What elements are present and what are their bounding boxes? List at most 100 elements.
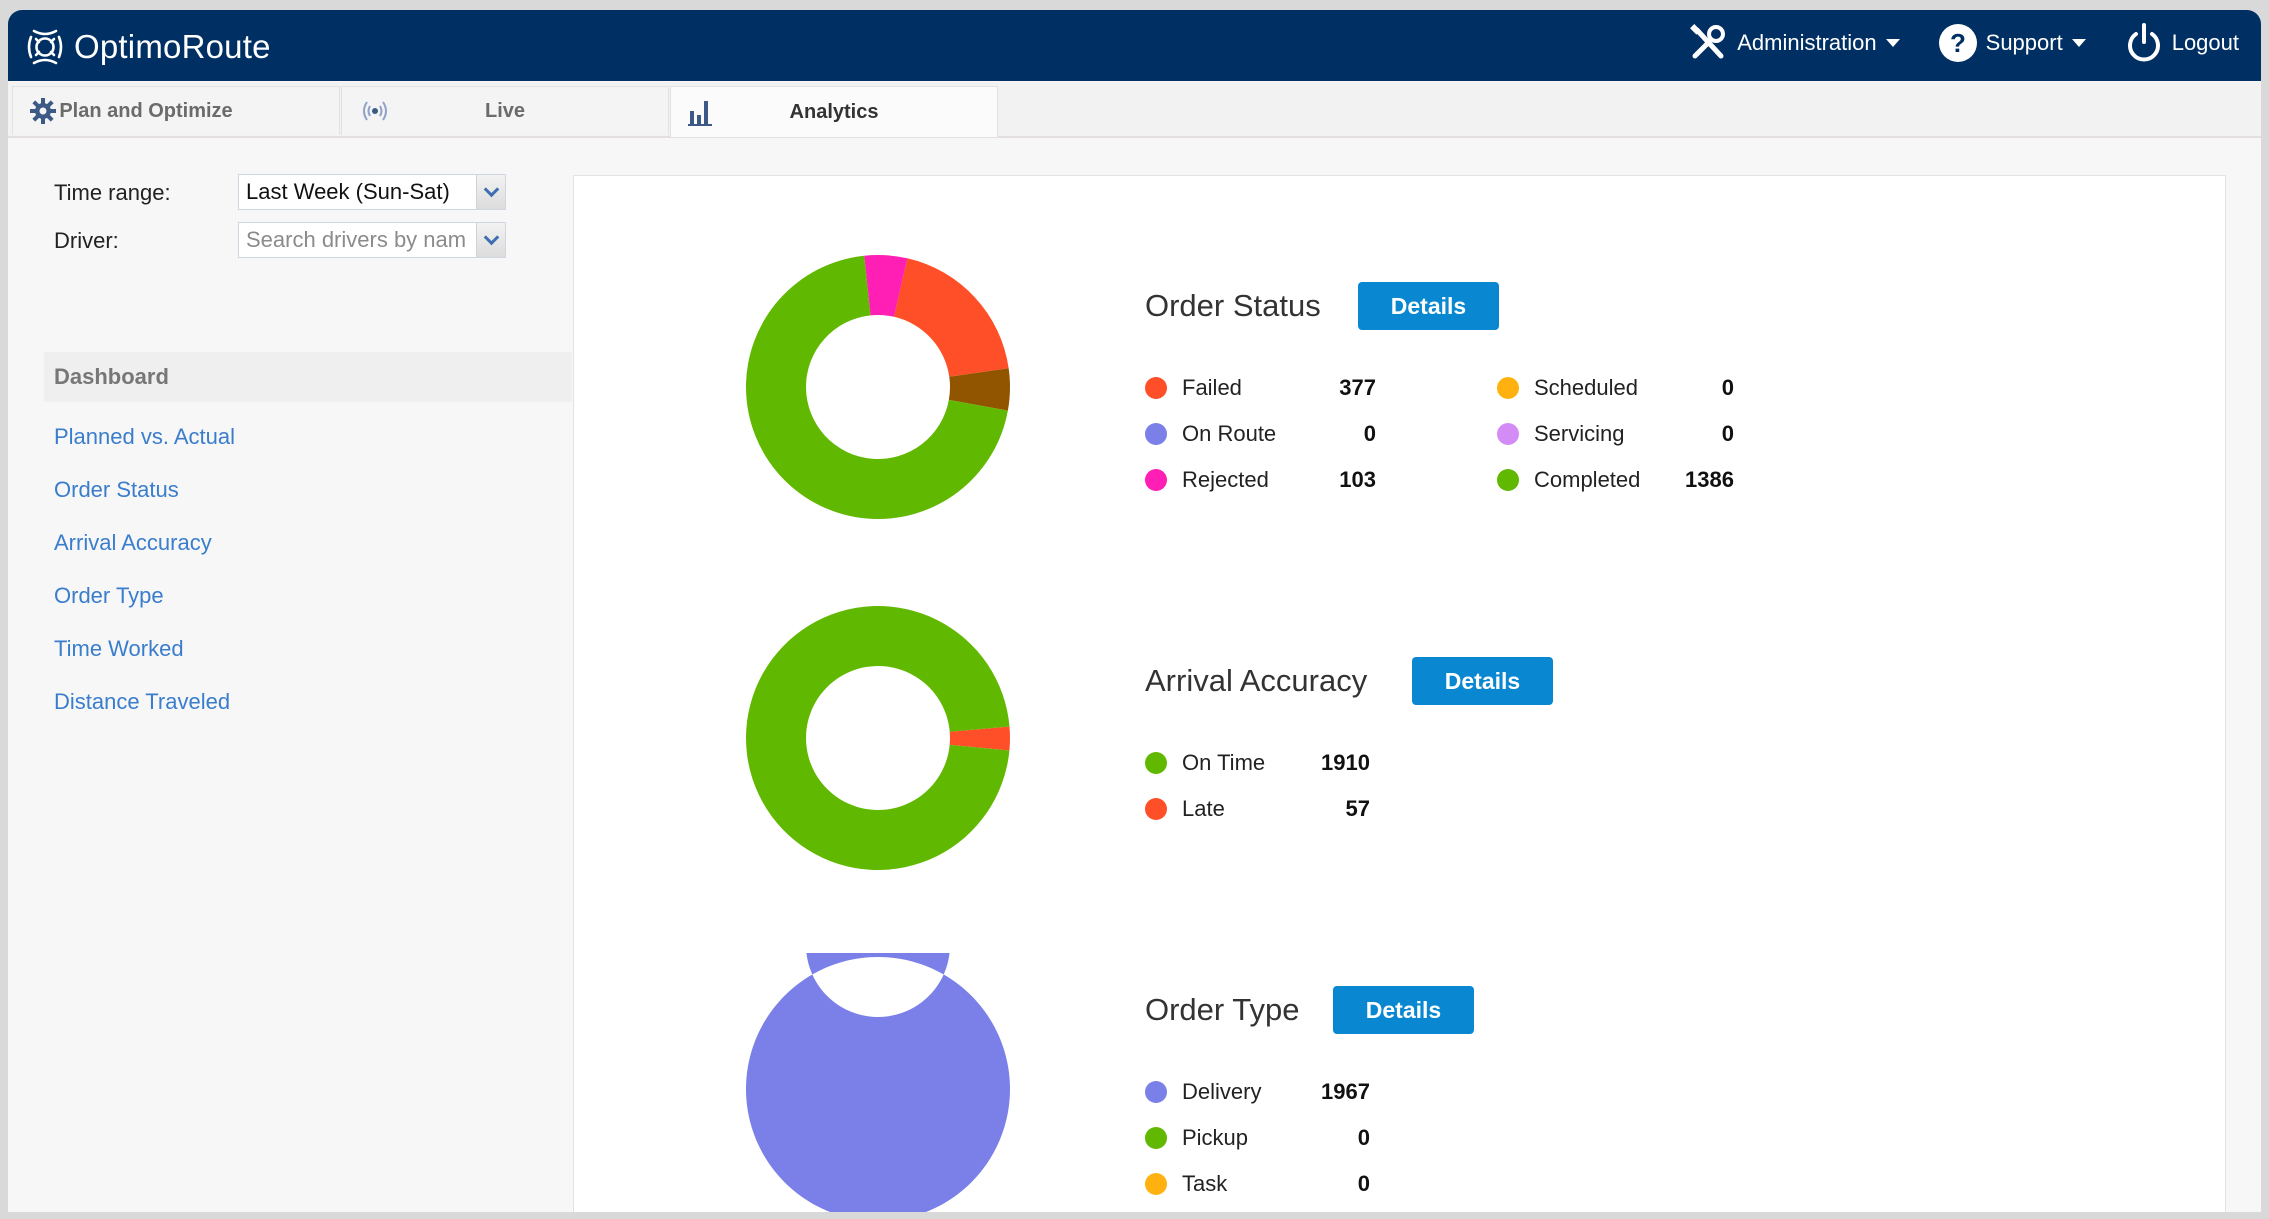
legend-dot <box>1145 752 1167 774</box>
tab-label: Live <box>484 99 526 122</box>
legend-label: Delivery <box>1182 1079 1262 1104</box>
legend-label: Pickup <box>1182 1125 1249 1150</box>
legend-label: On Time <box>1182 750 1266 775</box>
order-status-title: Order Status <box>1145 288 1321 323</box>
dashboard-heading-label: Dashboard <box>54 364 169 389</box>
header-nav: Administration ? Support Logout <box>1649 22 2239 64</box>
app-logo[interactable]: OptimoRoute <box>22 24 271 70</box>
order-type-title: Order Type <box>1145 992 1300 1027</box>
order-status-details-button[interactable]: Details <box>1358 282 1499 330</box>
legend-value-pickup: 0 <box>1357 1125 1370 1150</box>
legend-dot <box>1145 798 1167 820</box>
tools-icon <box>1690 24 1726 59</box>
chevron-down-icon <box>483 229 499 246</box>
sidebar-link-distance-traveled[interactable]: Distance Traveled <box>54 689 230 715</box>
sidebar-link-order-type[interactable]: Order Type <box>54 583 164 609</box>
optimoroute-logo-icon <box>27 29 63 65</box>
legend-item-completed: Completed <box>1497 467 1640 493</box>
time-range-dropdown-button[interactable] <box>476 175 505 209</box>
chevron-down-icon <box>2071 39 2086 47</box>
administration-menu[interactable]: Administration <box>1687 22 1900 64</box>
legend-dot <box>1145 423 1167 445</box>
sidebar-link-planned-vs-actual[interactable]: Planned vs. Actual <box>54 424 235 450</box>
legend-value-task: 0 <box>1357 1171 1370 1196</box>
sidebar: Time range: Last Week (Sun-Sat) Driver: … <box>8 138 572 1212</box>
legend-dot <box>1145 1173 1167 1195</box>
driver-label: Driver: <box>54 228 119 253</box>
legend-value-servicing: 0 <box>1721 421 1734 446</box>
help-icon: ? <box>1938 24 1977 62</box>
time-range-label: Time range: <box>54 180 171 205</box>
logout-button[interactable]: Logout <box>2124 22 2239 64</box>
support-menu[interactable]: ? Support <box>1938 23 2086 63</box>
legend-dot <box>1497 469 1519 491</box>
legend-item-failed: Failed <box>1145 375 1242 401</box>
order-status-donut-chart <box>746 255 1010 519</box>
main-tabs: Plan and Optimize Live Analytics <box>8 82 2261 138</box>
legend-label: Servicing <box>1534 421 1625 446</box>
legend-label: Late <box>1182 796 1225 821</box>
driver-search-input[interactable]: Search drivers by nam <box>239 227 476 253</box>
legend-value-on-route: 0 <box>1363 421 1376 446</box>
tab-live[interactable]: Live <box>341 86 669 135</box>
legend-item-on-route: On Route <box>1145 421 1276 447</box>
tab-label: Plan and Optimize <box>59 99 233 122</box>
top-navbar: OptimoRoute Administration ? Support Log… <box>8 10 2261 81</box>
dashboard-heading: Dashboard <box>44 352 572 402</box>
legend-dot <box>1497 423 1519 445</box>
driver-search-select[interactable]: Search drivers by nam <box>238 222 506 258</box>
legend-item-scheduled: Scheduled <box>1497 375 1638 401</box>
tab-label: Analytics <box>789 100 879 123</box>
driver-dropdown-button[interactable] <box>476 223 505 257</box>
legend-item-task: Task <box>1145 1171 1227 1197</box>
legend-dot <box>1145 377 1167 399</box>
time-range-select[interactable]: Last Week (Sun-Sat) <box>238 174 506 210</box>
legend-item-delivery: Delivery <box>1145 1079 1261 1105</box>
legend-label: Rejected <box>1182 467 1269 492</box>
tab-analytics[interactable]: Analytics <box>670 86 998 137</box>
legend-value-rejected: 103 <box>1339 467 1376 492</box>
sidebar-link-time-worked[interactable]: Time Worked <box>54 636 184 662</box>
legend-value-delivery: 1967 <box>1321 1079 1370 1104</box>
support-label: Support <box>1985 30 2063 55</box>
legend-value-on-time: 1910 <box>1321 750 1370 775</box>
power-icon <box>2127 23 2160 62</box>
legend-dot <box>1497 377 1519 399</box>
analytics-panel: Order Status Details Failed 377 On Route… <box>573 175 2226 1212</box>
legend-label: Failed <box>1182 375 1242 400</box>
legend-label: Completed <box>1534 467 1641 492</box>
app-title: OptimoRoute <box>74 28 271 65</box>
legend-item-rejected: Rejected <box>1145 467 1269 493</box>
tab-plan-and-optimize[interactable]: Plan and Optimize <box>12 86 340 135</box>
app-window: OptimoRoute Administration ? Support Log… <box>8 10 2261 1212</box>
svg-text:?: ? <box>1950 28 1966 58</box>
legend-value-scheduled: 0 <box>1721 375 1734 400</box>
legend-item-on-time: On Time <box>1145 750 1265 776</box>
chevron-down-icon <box>1885 39 1900 47</box>
arrival-accuracy-title: Arrival Accuracy <box>1145 663 1368 698</box>
legend-item-pickup: Pickup <box>1145 1125 1248 1151</box>
donut-slice-failed[interactable] <box>894 258 1009 377</box>
legend-value-late: 57 <box>1345 796 1370 821</box>
sidebar-link-arrival-accuracy[interactable]: Arrival Accuracy <box>54 530 212 556</box>
order-type-details-button[interactable]: Details <box>1333 986 1474 1034</box>
time-range-value: Last Week (Sun-Sat) <box>246 179 450 204</box>
legend-dot <box>1145 469 1167 491</box>
administration-label: Administration <box>1737 30 1877 55</box>
arrival-accuracy-details-button[interactable]: Details <box>1412 657 1553 705</box>
legend-value-completed: 1386 <box>1685 467 1734 492</box>
legend-item-servicing: Servicing <box>1497 421 1624 447</box>
chevron-down-icon <box>483 181 499 198</box>
legend-label: Scheduled <box>1534 375 1638 400</box>
legend-dot <box>1145 1081 1167 1103</box>
sidebar-link-order-status[interactable]: Order Status <box>54 477 179 503</box>
order-type-donut-chart <box>746 953 1010 1212</box>
logout-label: Logout <box>2171 30 2239 55</box>
legend-item-late: Late <box>1145 796 1225 822</box>
legend-label: On Route <box>1182 421 1277 446</box>
legend-label: Task <box>1182 1171 1228 1196</box>
legend-value-failed: 377 <box>1339 375 1376 400</box>
legend-dot <box>1145 1127 1167 1149</box>
donut-slice-delivery[interactable] <box>746 953 1010 1212</box>
arrival-accuracy-donut-chart <box>746 606 1010 870</box>
